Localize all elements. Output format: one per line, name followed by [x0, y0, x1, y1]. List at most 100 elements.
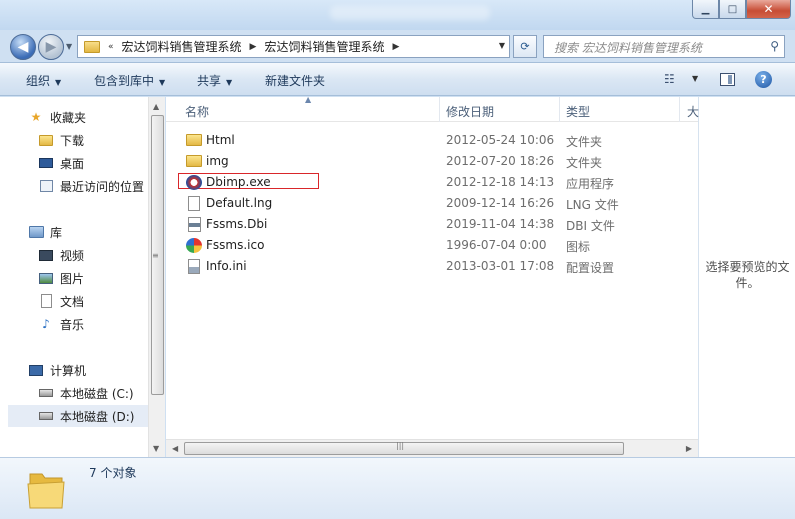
file-type: 配置设置: [566, 261, 615, 275]
column-modified[interactable]: 修改日期: [446, 103, 494, 120]
nav-pictures[interactable]: 图片: [38, 268, 84, 288]
file-row[interactable]: Default.lng 2009-12-14 16:26 LNG 文件: [166, 193, 698, 214]
folder-icon: [84, 40, 100, 53]
title-bar: ▁ □ ✕: [0, 0, 795, 30]
file-date: 2012-12-18 14:13: [446, 175, 555, 189]
file-row[interactable]: Html 2012-05-24 10:06 文件夹: [166, 130, 698, 151]
column-divider[interactable]: [679, 97, 680, 122]
file-row[interactable]: Fssms.ico 1996-07-04 0:00 图标: [166, 235, 698, 256]
file-name: Default.lng: [206, 196, 273, 210]
desktop-icon: [38, 155, 54, 171]
nav-documents[interactable]: 文档: [38, 291, 84, 311]
column-type[interactable]: 类型: [566, 103, 590, 120]
music-icon: ♪: [42, 317, 50, 331]
search-input[interactable]: 搜索 宏达饲料销售管理系统 ⚲: [543, 35, 785, 58]
include-in-library-button[interactable]: 包含到库中 ▼: [94, 72, 165, 89]
ini-icon: [188, 259, 200, 274]
file-row[interactable]: Info.ini 2013-03-01 17:08 配置设置: [166, 256, 698, 277]
close-button[interactable]: ✕: [746, 0, 791, 19]
file-date: 1996-07-04 0:00: [446, 238, 547, 252]
new-folder-button[interactable]: 新建文件夹: [265, 72, 325, 89]
scroll-down-icon[interactable]: ▼: [153, 444, 159, 453]
ico-icon: [186, 238, 202, 253]
nav-recent-places[interactable]: 最近访问的位置: [38, 176, 144, 196]
file-type: LNG 文件: [566, 198, 619, 212]
scroll-left-icon[interactable]: ◀: [172, 444, 178, 453]
file-row[interactable]: Fssms.Dbi 2019-11-04 14:38 DBI 文件: [166, 214, 698, 235]
column-divider[interactable]: [439, 97, 440, 122]
change-view-icon[interactable]: ☷: [664, 72, 675, 86]
picture-icon: [38, 270, 54, 286]
nav-favorites[interactable]: ★ 收藏夹: [28, 107, 86, 127]
blurred-title: [330, 6, 490, 20]
breadcrumb-separator-icon[interactable]: ▶: [388, 42, 403, 52]
file-date: 2019-11-04 14:38: [446, 217, 555, 231]
breadcrumb-item[interactable]: 宏达饲料销售管理系统: [260, 38, 388, 55]
downloads-folder-icon: [38, 132, 54, 148]
computer-icon: [28, 362, 44, 378]
nav-music[interactable]: ♪ 音乐: [38, 314, 84, 334]
nav-drive-c[interactable]: 本地磁盘 (C:): [38, 383, 134, 403]
file-date: 2012-07-20 18:26: [446, 154, 555, 168]
system-drive-icon: [38, 385, 54, 401]
file-type: 图标: [566, 240, 591, 254]
back-button[interactable]: ◀: [10, 34, 36, 60]
recent-places-icon: [38, 178, 54, 194]
maximize-button[interactable]: □: [719, 0, 746, 19]
file-name: Dbimp.exe: [206, 175, 271, 189]
file-row[interactable]: Dbimp.exe 2012-12-18 14:13 应用程序: [166, 172, 698, 193]
item-count: 7 个对象: [89, 466, 137, 480]
breadcrumb-separator-icon[interactable]: ▶: [246, 42, 261, 52]
navigation-pane: ★ 收藏夹 下载 桌面 最近访问的位置 库 视频 图片 文档 ♪ 音乐 计算机 本地…: [0, 97, 165, 457]
refresh-icon: ⟳: [520, 40, 530, 53]
file-row[interactable]: img 2012-07-20 18:26 文件夹: [166, 151, 698, 172]
file-icon: [188, 196, 200, 211]
nav-drive-d[interactable]: 本地磁盘 (D:): [38, 406, 134, 426]
file-type: 文件夹: [566, 156, 603, 170]
document-icon: [38, 293, 54, 309]
breadcrumb-item[interactable]: 宏达饲料销售管理系统: [118, 38, 246, 55]
share-button[interactable]: 共享 ▼: [197, 72, 232, 89]
file-date: 2013-03-01 17:08: [446, 259, 555, 273]
chevron-down-icon: ▼: [55, 78, 62, 87]
file-name: Fssms.ico: [206, 238, 265, 252]
scroll-grip-icon: |||: [396, 441, 405, 450]
column-divider[interactable]: [559, 97, 560, 122]
recent-pages-dropdown-icon[interactable]: ▼: [66, 42, 72, 51]
minimize-button[interactable]: ▁: [692, 0, 719, 19]
address-history-dropdown-icon[interactable]: ▼: [499, 41, 505, 50]
folder-icon: [186, 155, 202, 167]
forward-button[interactable]: ▶: [38, 34, 64, 60]
view-options-dropdown-icon[interactable]: ▼: [692, 74, 698, 83]
search-placeholder: 搜索 宏达饲料销售管理系统: [554, 41, 702, 55]
nav-computer[interactable]: 计算机: [28, 360, 86, 380]
organize-button[interactable]: 组织 ▼: [26, 72, 61, 89]
scroll-right-icon[interactable]: ▶: [686, 444, 692, 453]
help-icon[interactable]: ?: [755, 71, 772, 88]
nav-downloads[interactable]: 下载: [38, 130, 84, 150]
file-name: img: [206, 154, 229, 168]
back-arrow-icon: ◀: [17, 39, 29, 55]
search-icon[interactable]: ⚲: [770, 39, 779, 53]
file-type: 应用程序: [566, 177, 615, 191]
star-icon: ★: [30, 110, 42, 124]
column-name[interactable]: 名称: [185, 103, 209, 120]
nav-scrollbar[interactable]: ▲ ≡ ▼: [148, 97, 165, 457]
preview-pane-toggle-icon[interactable]: [720, 73, 735, 86]
breadcrumb-overflow[interactable]: «: [104, 42, 118, 52]
file-type: 文件夹: [566, 135, 603, 149]
nav-libraries[interactable]: 库: [28, 222, 62, 242]
horizontal-scrollbar[interactable]: ◀ ||| ▶: [166, 439, 698, 457]
drive-icon: [38, 408, 54, 424]
refresh-button[interactable]: ⟳: [513, 35, 537, 58]
nav-desktop[interactable]: 桌面: [38, 153, 84, 173]
folder-icon: [186, 134, 202, 146]
preview-pane: 大 选择要预览的文件。: [687, 97, 795, 457]
column-size[interactable]: 大: [687, 103, 699, 120]
chevron-down-icon: ▼: [226, 78, 233, 87]
command-bar: 组织 ▼ 包含到库中 ▼ 共享 ▼ 新建文件夹 ☷ ▼ ?: [0, 62, 795, 96]
nav-videos[interactable]: 视频: [38, 245, 84, 265]
library-icon: [28, 224, 44, 240]
scroll-up-icon[interactable]: ▲: [153, 102, 159, 111]
address-bar[interactable]: « 宏达饲料销售管理系统 ▶ 宏达饲料销售管理系统 ▶ ▼: [77, 35, 510, 58]
